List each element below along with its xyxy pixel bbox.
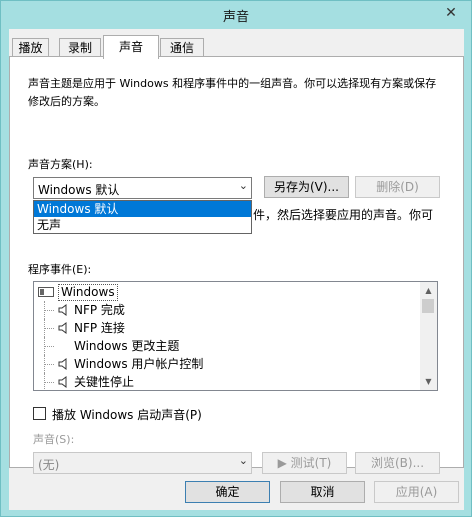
event-label: Windows 更改主题 bbox=[74, 339, 180, 353]
title-bar[interactable]: 声音 ✕ bbox=[1, 1, 471, 29]
scroll-thumb[interactable] bbox=[422, 299, 434, 313]
close-icon: ✕ bbox=[445, 5, 457, 21]
speaker-icon bbox=[58, 376, 67, 388]
event-group-label: Windows bbox=[58, 284, 118, 301]
save-as-button[interactable]: 另存为(V)... bbox=[264, 176, 349, 198]
list-item[interactable]: Windows 用户帐户控制 bbox=[34, 355, 419, 373]
scheme-selected-value: Windows 默认 bbox=[38, 183, 120, 197]
sound-dialog: 声音 ✕ 播放 录制 声音 通信 声音主题是应用于 Windows 和程序事件中… bbox=[0, 0, 472, 517]
chevron-down-icon: ⌄ bbox=[238, 454, 248, 467]
scroll-down-icon[interactable]: ▼ bbox=[420, 373, 437, 390]
window-icon bbox=[38, 287, 54, 297]
scheme-description: 声音主题是应用于 Windows 和程序事件中的一组声音。你可以选择现有方案或保… bbox=[28, 77, 437, 108]
list-item[interactable]: NFP 完成 bbox=[34, 301, 419, 319]
chevron-down-icon: ⌄ bbox=[238, 179, 248, 192]
sound-scheme-select[interactable]: Windows 默认 ⌄ bbox=[33, 177, 252, 199]
cancel-button[interactable]: 取消 bbox=[280, 481, 365, 503]
list-item[interactable]: NFP 连接 bbox=[34, 319, 419, 337]
scheme-dropdown-list[interactable]: Windows 默认 无声 bbox=[33, 200, 252, 234]
ok-button[interactable]: 确定 bbox=[185, 481, 270, 503]
speaker-icon bbox=[58, 358, 67, 370]
list-item[interactable]: Windows bbox=[34, 283, 419, 301]
apply-button: 应用(A) bbox=[374, 481, 459, 503]
scroll-up-icon[interactable]: ▲ bbox=[420, 282, 437, 299]
window-title: 声音 bbox=[222, 10, 249, 25]
delete-button: 删除(D) bbox=[355, 176, 440, 198]
speaker-icon bbox=[58, 322, 67, 334]
dialog-client: 播放 录制 声音 通信 声音主题是应用于 Windows 和程序事件中的一组声音… bbox=[9, 29, 464, 510]
tab-sounds[interactable]: 声音 bbox=[103, 35, 159, 59]
event-label: NFP 完成 bbox=[74, 303, 125, 317]
events-label: 程序事件(E): bbox=[28, 263, 92, 276]
tab-communications[interactable]: 通信 bbox=[160, 38, 204, 58]
speaker-icon bbox=[58, 304, 67, 316]
scheme-option-windows-default[interactable]: Windows 默认 bbox=[34, 201, 251, 217]
event-label: 关键性停止 bbox=[74, 375, 135, 389]
scheme-option-no-sounds[interactable]: 无声 bbox=[34, 217, 251, 233]
sounds-tab-panel: 声音主题是应用于 Windows 和程序事件中的一组声音。你可以选择现有方案或保… bbox=[9, 56, 464, 474]
scheme-label: 声音方案(H): bbox=[28, 158, 93, 171]
startup-sound-label: 播放 Windows 启动声音(P) bbox=[52, 408, 202, 422]
sound-selected-value: (无) bbox=[38, 458, 60, 472]
close-button[interactable]: ✕ bbox=[439, 2, 463, 24]
browse-button: 浏览(B)... bbox=[355, 452, 440, 474]
event-label: Windows 用户帐户控制 bbox=[74, 357, 204, 371]
list-item[interactable]: Windows 更改主题 bbox=[34, 337, 419, 355]
test-button: ▶ 测试(T) bbox=[262, 452, 347, 474]
sound-file-select: (无) ⌄ bbox=[33, 452, 252, 474]
events-scrollbar[interactable]: ▲ ▼ bbox=[420, 282, 437, 390]
list-item[interactable]: 关键性停止 bbox=[34, 373, 419, 390]
sound-label: 声音(S): bbox=[33, 433, 75, 446]
tab-playback[interactable]: 播放 bbox=[12, 38, 49, 58]
hint-text-line1: 件，然后选择要应用的声音。你可 bbox=[253, 208, 434, 222]
program-events-list[interactable]: Windows NFP 完成 NFP 连接 Windows 更改主题 Windo… bbox=[33, 281, 438, 391]
startup-sound-checkbox[interactable] bbox=[33, 407, 46, 420]
event-label: NFP 连接 bbox=[74, 321, 125, 335]
tab-recording[interactable]: 录制 bbox=[59, 38, 101, 58]
